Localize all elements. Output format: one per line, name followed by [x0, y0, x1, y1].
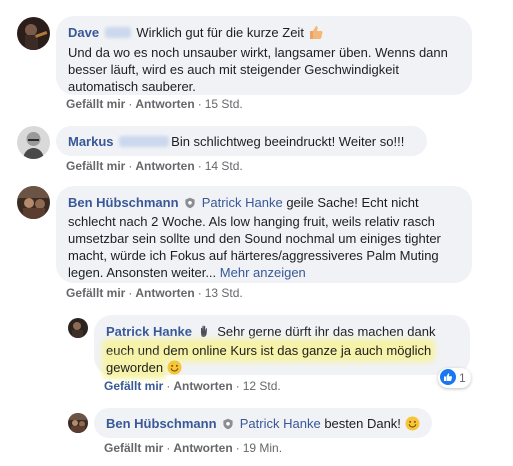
- comment-author[interactable]: Ben Hübschmann: [106, 416, 217, 431]
- like-button[interactable]: Gefällt mir: [66, 97, 125, 111]
- comment-bubble: Dave Wirklich gut für die kurze Zeit Und…: [56, 16, 472, 95]
- comment-text-line: automatisch sauberer.: [68, 79, 196, 94]
- comment-actions: Gefällt mir · Antworten · 13 Std.: [66, 286, 243, 300]
- comment-bubble: Ben Hübschmann Patrick Hanke geile Sache…: [56, 186, 472, 283]
- comment-actions: Gefällt mir · Antworten · 14 Std.: [66, 159, 243, 173]
- blurred-surname: [119, 136, 170, 147]
- thumbs-up-icon: [308, 24, 324, 44]
- comment-text-line: schlecht nach 2 Woche. Als low hanging f…: [68, 214, 435, 229]
- comment-text-line: legen. Ansonsten weiter...: [68, 265, 217, 280]
- comment-text: besten Dank!: [324, 416, 401, 431]
- avatar[interactable]: [68, 413, 88, 433]
- comment-author[interactable]: Markus: [68, 134, 114, 149]
- avatar[interactable]: [17, 186, 50, 219]
- reaction-count: 1: [459, 371, 466, 385]
- separator: ·: [128, 159, 133, 173]
- tagged-user[interactable]: Patrick Hanke: [240, 416, 321, 431]
- separator: ·: [128, 97, 133, 111]
- comment-text: geile Sache! Echt nicht: [286, 195, 419, 210]
- timestamp[interactable]: 12 Std.: [243, 379, 281, 393]
- see-more-link[interactable]: Mehr anzeigen: [220, 265, 306, 280]
- comment-actions: Gefällt mir · Antworten · 19 Min.: [104, 441, 282, 455]
- comment-author[interactable]: Dave: [68, 25, 99, 40]
- reply-button[interactable]: Antworten: [173, 379, 232, 393]
- blurred-surname: [104, 27, 131, 38]
- separator: ·: [166, 441, 171, 455]
- reply-button[interactable]: Antworten: [135, 286, 194, 300]
- like-button[interactable]: Gefällt mir: [66, 159, 125, 173]
- comment-text-line: macht, würde ich Fokus auf härteres/aggr…: [68, 248, 439, 263]
- smiley-icon: [167, 360, 182, 379]
- shield-icon: [184, 196, 196, 213]
- comment-bubble: Patrick Hanke Sehr gerne dürft ihr das m…: [94, 315, 470, 375]
- separator: ·: [197, 97, 202, 111]
- like-button[interactable]: Gefällt mir: [104, 441, 163, 455]
- wave-hand-icon: [198, 324, 212, 342]
- comment-author[interactable]: Ben Hübschmann: [68, 195, 179, 210]
- like-button[interactable]: Gefällt mir: [66, 286, 125, 300]
- comment-text-line: umsetzbar sein sollte und den Sound noch…: [68, 231, 441, 246]
- comment-text: Bin schlichtweg beeindruckt! Weiter so!!…: [171, 134, 405, 149]
- reply-button[interactable]: Antworten: [135, 97, 194, 111]
- smiley-icon: [405, 416, 420, 435]
- separator: ·: [166, 379, 171, 393]
- avatar[interactable]: [17, 17, 50, 50]
- comment-author[interactable]: Patrick Hanke: [106, 324, 192, 339]
- separator: ·: [197, 286, 202, 300]
- timestamp[interactable]: 15 Std.: [205, 97, 243, 111]
- avatar[interactable]: [68, 318, 88, 338]
- comment-text: Wirklich gut für die kurze Zeit: [136, 25, 304, 40]
- timestamp[interactable]: 13 Std.: [205, 286, 243, 300]
- text-segment: Sehr gerne dürft ihr das machen dank: [217, 324, 436, 339]
- reaction-badge[interactable]: 1: [438, 368, 471, 388]
- reply-button[interactable]: Antworten: [135, 159, 194, 173]
- comment-bubble: Ben Hübschmann Patrick Hanke besten Dank…: [94, 408, 432, 438]
- separator: ·: [197, 159, 202, 173]
- comment-text-line: besser läuft, wird es auch mit steigende…: [68, 62, 399, 77]
- separator: ·: [128, 286, 133, 300]
- comment-actions: Gefällt mir · Antworten · 12 Std.: [104, 379, 281, 393]
- comment-actions: Gefällt mir · Antworten · 15 Std.: [66, 97, 243, 111]
- like-button[interactable]: Gefällt mir: [104, 379, 163, 393]
- timestamp[interactable]: 14 Std.: [205, 159, 243, 173]
- tagged-user[interactable]: Patrick Hanke: [202, 195, 283, 210]
- separator: ·: [235, 379, 240, 393]
- highlighted-text: euch und dem online Kurs ist das ganze j…: [106, 343, 432, 358]
- highlighted-text: geworden: [106, 360, 164, 375]
- separator: ·: [235, 441, 240, 455]
- reply-button[interactable]: Antworten: [173, 441, 232, 455]
- avatar[interactable]: [17, 126, 50, 159]
- timestamp[interactable]: 19 Min.: [243, 441, 282, 455]
- comment-text: Sehr gerne dürft ihr das machen dank: [217, 324, 435, 339]
- shield-icon: [222, 417, 234, 434]
- comment-text-line: Und da wo es noch unsauber wirkt, langsa…: [68, 45, 448, 60]
- comment-bubble: Markus Bin schlichtweg beeindruckt! Weit…: [56, 126, 427, 156]
- like-reaction-icon: [440, 368, 456, 388]
